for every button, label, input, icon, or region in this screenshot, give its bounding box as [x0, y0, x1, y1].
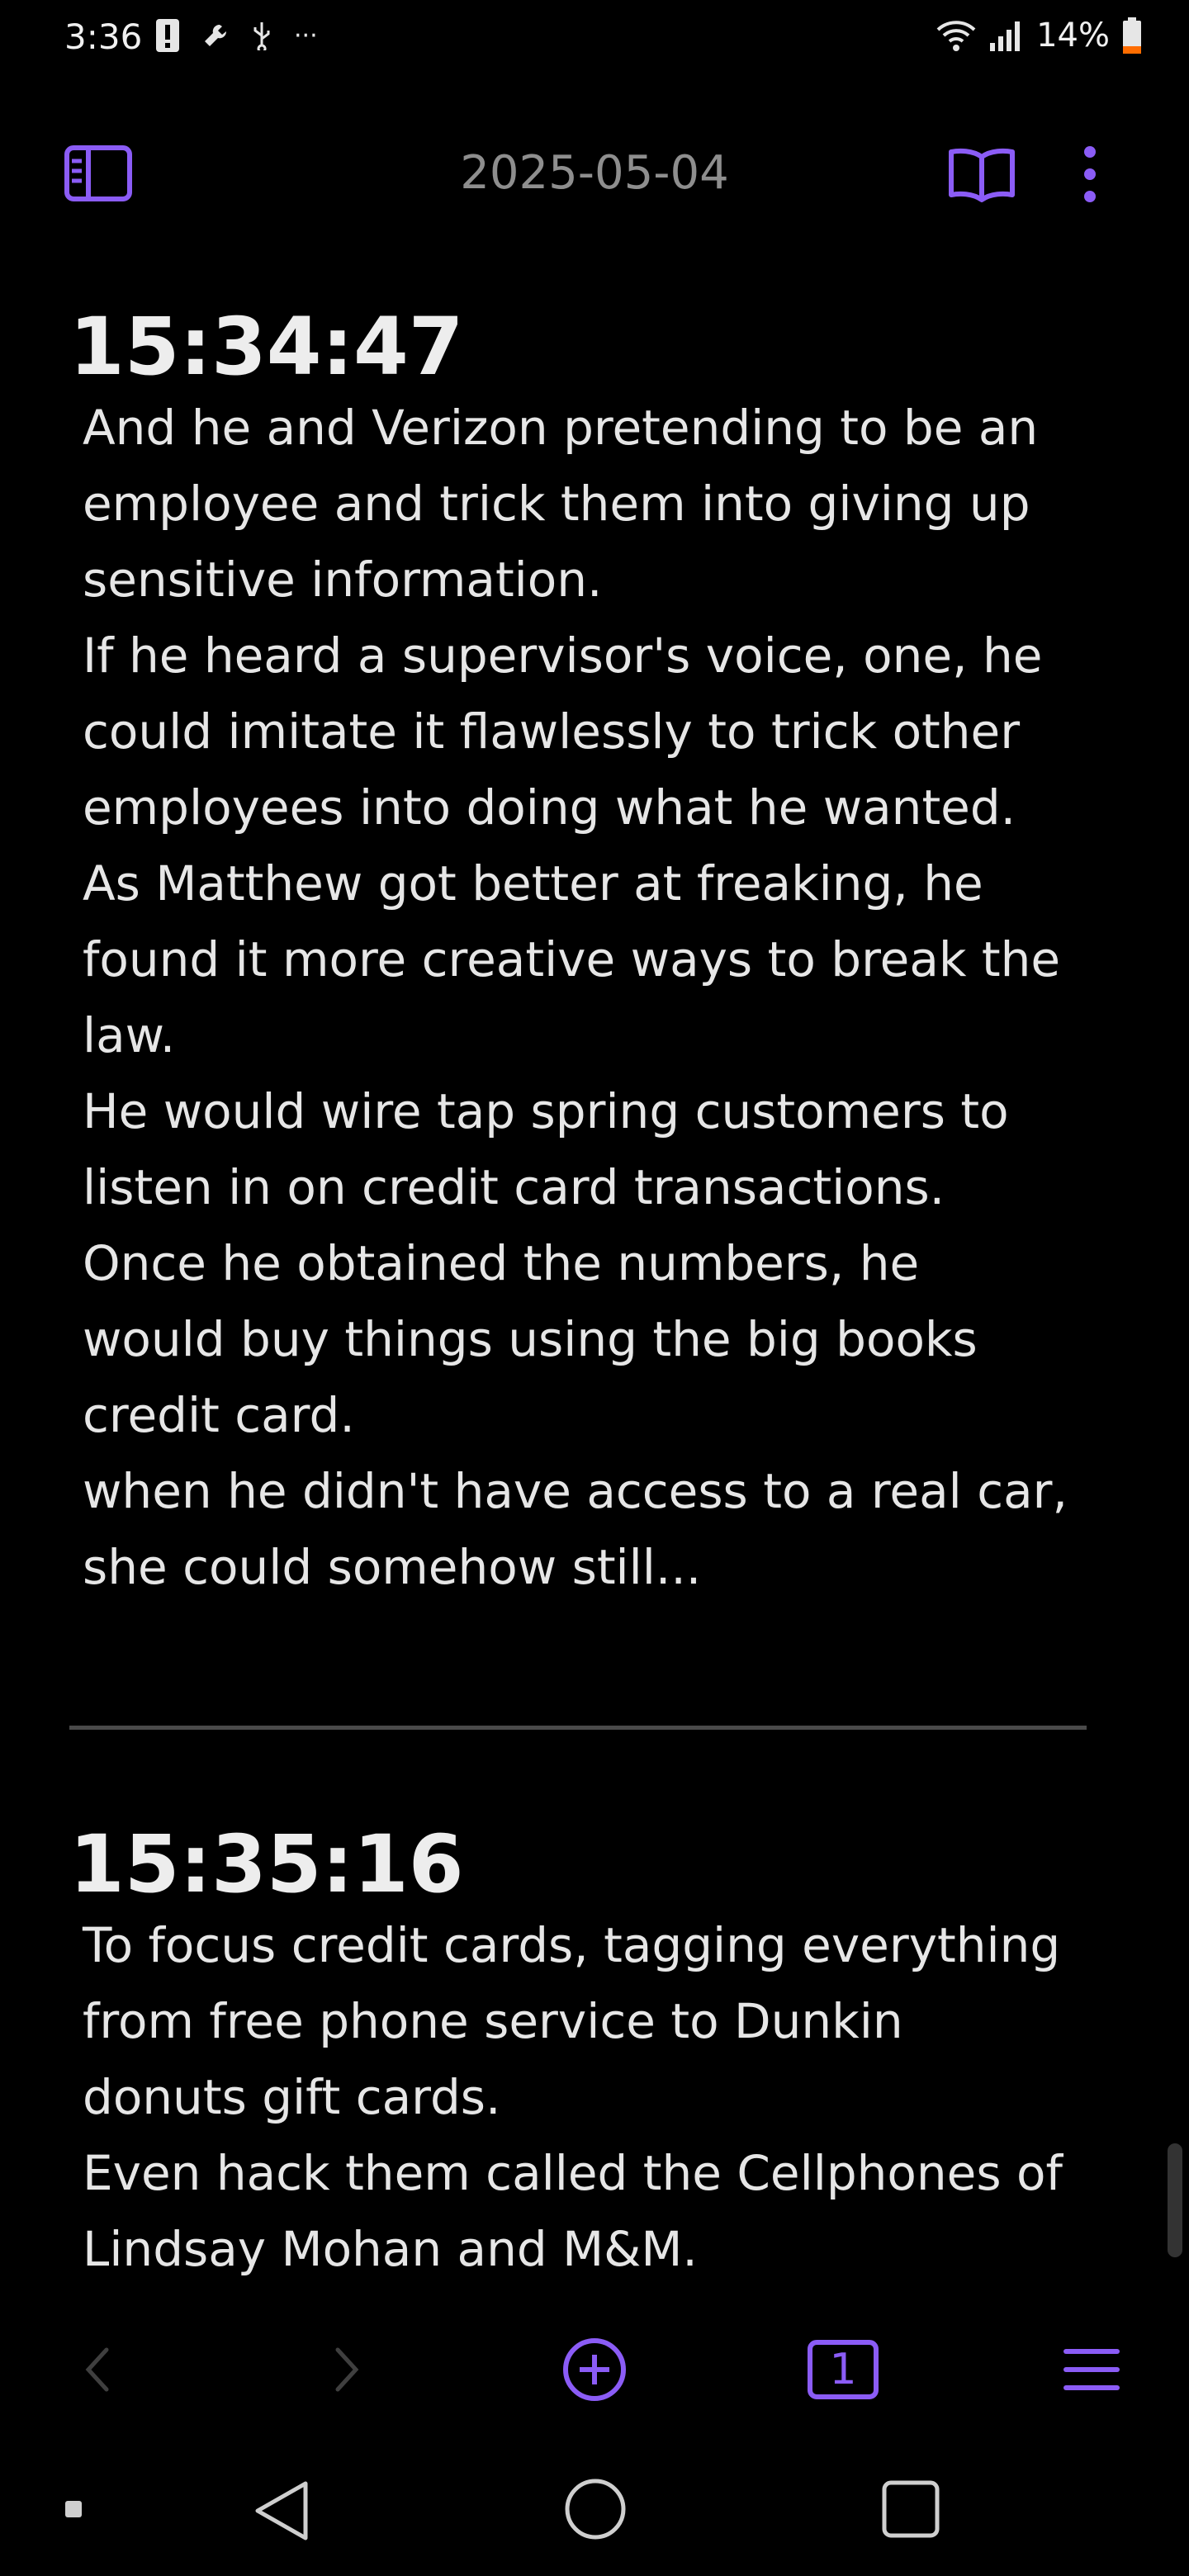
tabs-button[interactable]: 1 — [806, 2335, 880, 2404]
entry-line: listen in on credit card transactions. — [83, 1159, 945, 1215]
recent-indicator-icon — [65, 2501, 82, 2517]
system-icons: 14% — [936, 17, 1143, 54]
back-arrow-icon — [85, 2347, 109, 2392]
back-button[interactable] — [69, 2337, 127, 2403]
entry-line: sensitive information. — [83, 552, 603, 608]
entry-line: from free phone service to Dunkin — [83, 1993, 903, 2049]
more-notifications-icon: ··· — [294, 21, 318, 50]
entry-line: And he and Verizon pretending to be an — [83, 400, 1039, 456]
menu-icon — [1063, 2349, 1120, 2390]
entry: 15:35:16 To focus credit cards, tagging … — [69, 1825, 1093, 2279]
entry-line: Once he obtained the numbers, he — [83, 1235, 920, 1291]
wifi-icon — [936, 21, 976, 51]
entry-line: when he didn't have access to a real car… — [83, 1463, 1068, 1519]
entry-line: could imitate it flawlessly to trick oth… — [83, 703, 1021, 760]
bottom-toolbar: 1 — [0, 2312, 1189, 2427]
menu-button[interactable] — [1060, 2342, 1123, 2398]
usb-icon — [253, 22, 270, 50]
entry-line: If he heard a supervisor's voice, one, h… — [83, 627, 1043, 684]
entry-line: credit card. — [83, 1387, 355, 1443]
entry-line: donuts gift cards. — [83, 2069, 501, 2125]
entry-line: As Matthew got better at freaking, he — [83, 855, 983, 912]
entry-line: Even hack them called the Cellphones of — [83, 2145, 1063, 2201]
entry-line: employee and trick them into giving up — [83, 476, 1030, 532]
scrollbar[interactable] — [1168, 2143, 1182, 2257]
entry-line: law. — [83, 1007, 176, 1063]
entry-line: she could somehow still... — [83, 1539, 702, 1595]
entry: 15:34:47 And he and Verizon pretending t… — [69, 307, 1093, 1605]
nav-back-icon — [255, 2481, 308, 2540]
entry-line: would buy things using the big books — [83, 1311, 978, 1367]
tab-count: 1 — [829, 2345, 857, 2394]
entry-timestamp: 15:34:47 — [69, 301, 464, 393]
reading-mode-icon — [949, 148, 1015, 202]
forward-button[interactable] — [317, 2337, 375, 2403]
reading-mode-button[interactable] — [946, 144, 1017, 204]
notification-icons: ··· — [155, 18, 318, 53]
sidebar-toggle-button[interactable] — [58, 144, 139, 202]
battery-icon — [1123, 17, 1141, 54]
sidebar-toggle-icon — [64, 145, 132, 201]
entry-line: He would wire tap spring customers to — [83, 1083, 1009, 1139]
nav-back-button[interactable] — [244, 2474, 319, 2548]
new-note-icon — [563, 2338, 626, 2401]
system-nav-bar — [0, 2449, 1189, 2576]
more-options-button[interactable] — [1073, 142, 1106, 206]
wrench-icon — [205, 24, 227, 46]
entry-line: employees into doing what he wanted. — [83, 779, 1016, 836]
nav-home-icon — [565, 2479, 626, 2540]
recent-indicator — [63, 2498, 84, 2520]
nav-overview-button[interactable] — [875, 2474, 946, 2545]
nav-overview-icon — [882, 2480, 940, 2538]
battery-percentage: 14% — [1036, 17, 1110, 54]
status-bar: 3:36 ··· 14% — [0, 0, 1189, 79]
entry-line: found it more creative ways to break the — [83, 931, 1061, 987]
status-time: 3:36 — [64, 17, 143, 57]
entry-line: To focus credit cards, tagging everythin… — [83, 1917, 1061, 1973]
entry-line: Lindsay Mohan and M&M. — [83, 2221, 698, 2277]
entry-divider — [69, 1726, 1087, 1730]
forward-arrow-icon — [335, 2347, 359, 2392]
note-content[interactable]: 15:34:47 And he and Verizon pretending t… — [0, 248, 1189, 2279]
alert-icon — [156, 19, 179, 52]
entry-timestamp: 15:35:16 — [69, 1818, 464, 1911]
app-bar: 2025-05-04 — [0, 116, 1189, 231]
more-options-icon — [1084, 146, 1096, 202]
signal-icon — [990, 21, 1021, 51]
nav-home-button[interactable] — [558, 2472, 632, 2546]
new-note-button[interactable] — [558, 2333, 631, 2406]
